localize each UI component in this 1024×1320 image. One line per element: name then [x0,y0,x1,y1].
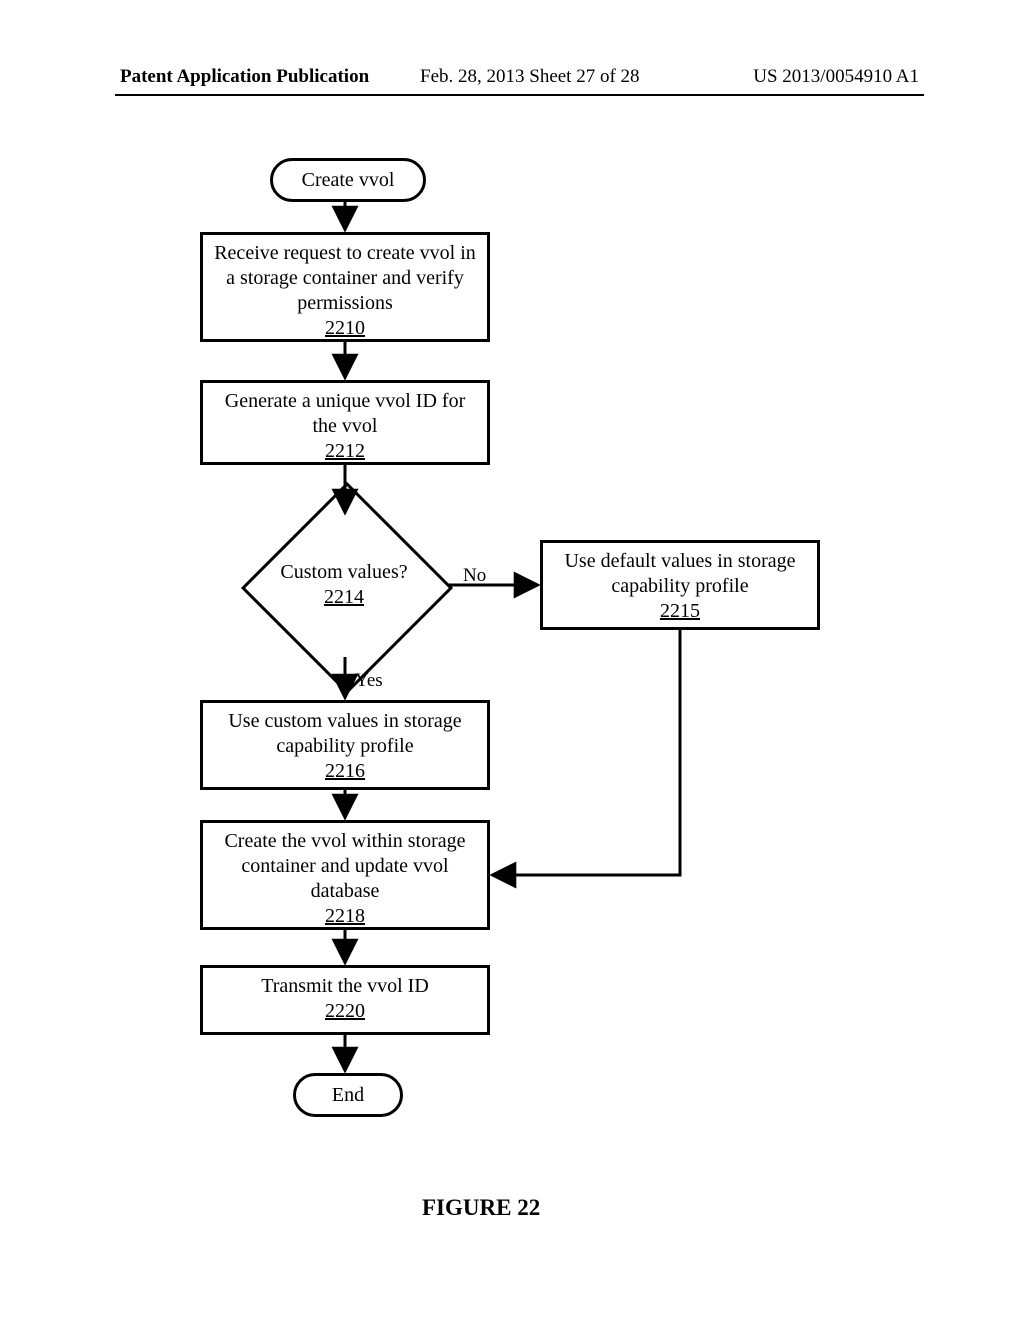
step-2215-ref: 2215 [551,599,809,624]
step-2216-text: Use custom values in storage capability … [211,709,479,759]
patent-page: Patent Application Publication Feb. 28, … [0,0,1024,1320]
step-2215: Use default values in storage capability… [540,540,820,630]
step-2215-text: Use default values in storage capability… [551,549,809,599]
step-2212-ref: 2212 [211,439,479,464]
decision-2214-label: Custom values? 2214 [244,520,444,650]
terminator-start-label: Create vvol [302,169,395,192]
header-right: US 2013/0054910 A1 [753,66,919,88]
terminator-end: End [293,1073,403,1117]
terminator-start: Create vvol [270,158,426,202]
decision-2214: Custom values? 2214 [244,520,444,650]
header-rule [115,94,924,96]
connectors [0,0,1024,1320]
step-2212: Generate a unique vvol ID for the vvol 2… [200,380,490,465]
decision-2214-text: Custom values? [280,560,407,585]
edge-no: No [463,565,486,587]
step-2220-text: Transmit the vvol ID [211,974,479,999]
terminator-end-label: End [332,1084,364,1107]
header-left: Patent Application Publication [120,66,369,88]
step-2216: Use custom values in storage capability … [200,700,490,790]
step-2218: Create the vvol within storage container… [200,820,490,930]
step-2218-ref: 2218 [211,904,479,929]
step-2216-ref: 2216 [211,759,479,784]
step-2210-text: Receive request to create vvol in a stor… [211,241,479,316]
step-2210: Receive request to create vvol in a stor… [200,232,490,342]
decision-2214-ref: 2214 [324,585,364,610]
step-2220: Transmit the vvol ID 2220 [200,965,490,1035]
figure-caption: FIGURE 22 [422,1195,540,1221]
step-2210-ref: 2210 [211,316,479,341]
header-mid: Feb. 28, 2013 Sheet 27 of 28 [420,66,640,88]
step-2220-ref: 2220 [211,999,479,1024]
step-2218-text: Create the vvol within storage container… [211,829,479,904]
edge-yes: Yes [355,670,383,692]
step-2212-text: Generate a unique vvol ID for the vvol [211,389,479,439]
